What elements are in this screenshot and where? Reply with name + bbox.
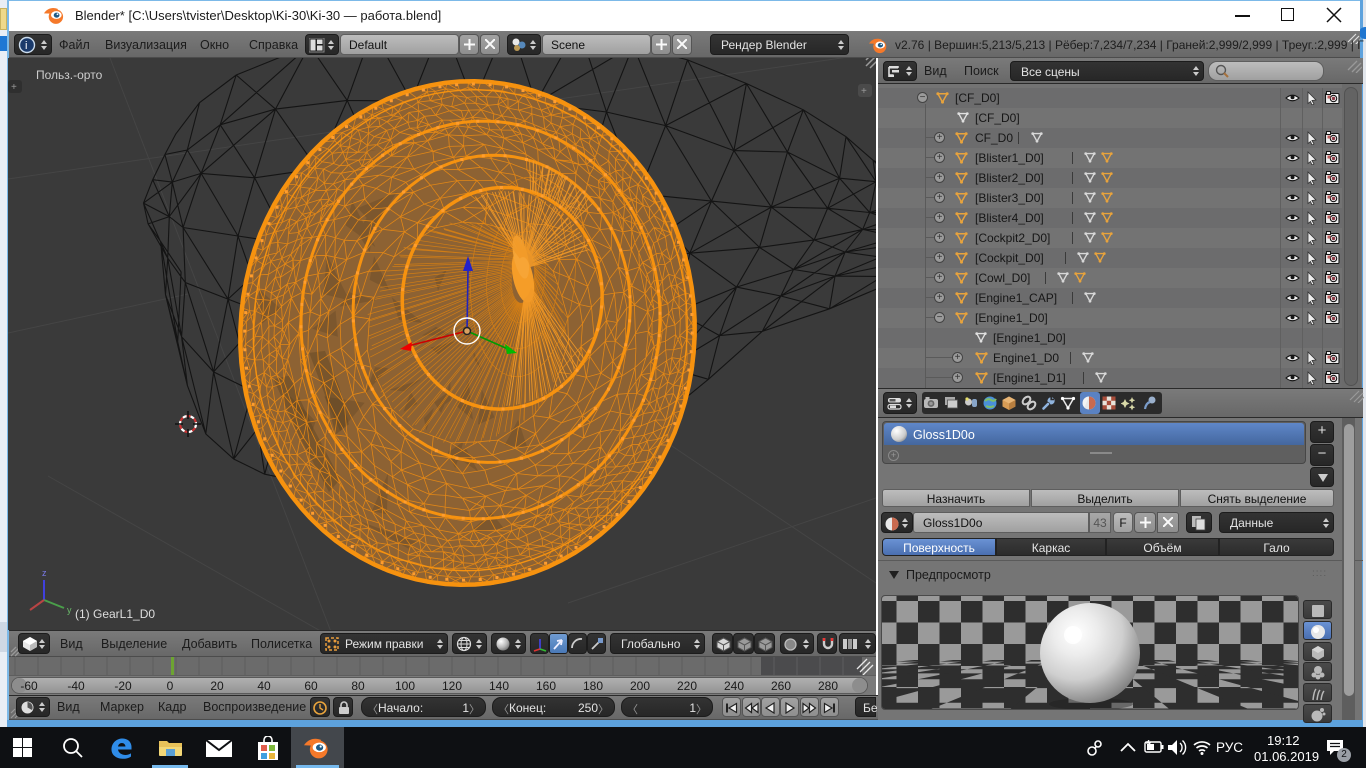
svg-text:y: y bbox=[67, 605, 72, 615]
svg-text:+: + bbox=[861, 86, 867, 97]
svg-text:Польз.-орто: Польз.-орто bbox=[36, 68, 103, 82]
svg-text:(1) GearL1_D0: (1) GearL1_D0 bbox=[75, 607, 155, 621]
svg-text:z: z bbox=[42, 568, 47, 578]
svg-text:i: i bbox=[25, 40, 27, 52]
svg-text:+: + bbox=[11, 82, 17, 93]
